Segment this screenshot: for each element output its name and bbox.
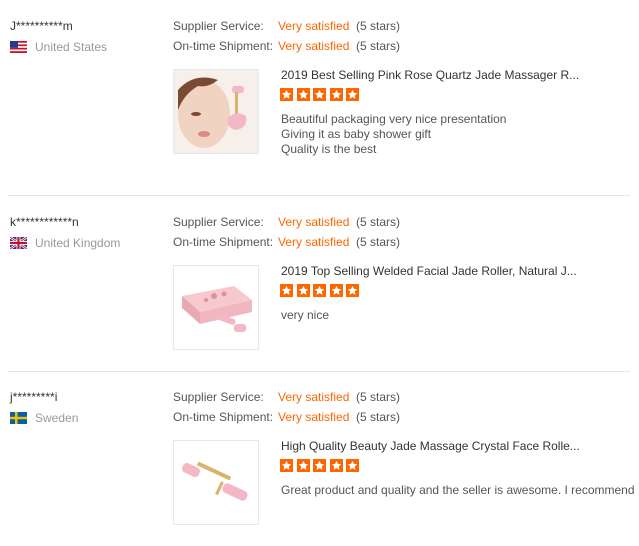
product-image [174, 266, 258, 349]
star-icon [296, 88, 310, 101]
country-name: Sweden [35, 411, 79, 425]
product-title-link[interactable]: High Quality Beauty Jade Massage Crystal… [281, 439, 580, 453]
star-icon [280, 88, 293, 101]
product-title-link[interactable]: 2019 Best Selling Pink Rose Quartz Jade … [281, 68, 579, 82]
product-image [174, 70, 258, 153]
uk-flag-icon [10, 237, 27, 249]
review-item: k************n United Kingdom Supplier S… [0, 196, 639, 371]
comment-line: very nice [281, 308, 330, 322]
rating-summary: Supplier Service: Very satisfied (5 star… [173, 215, 400, 255]
star-icon [280, 459, 293, 472]
supplier-service-stars: (5 stars) [356, 19, 401, 33]
star-icon [346, 459, 359, 472]
star-icon [313, 459, 326, 472]
product-thumbnail[interactable] [173, 265, 259, 350]
star-icon [346, 88, 359, 101]
star-rating [280, 459, 363, 472]
comment-line: Beautiful packaging very nice presentati… [281, 112, 507, 126]
reviewer-name: k************n [10, 215, 79, 229]
us-flag-icon [10, 41, 27, 53]
product-title-link[interactable]: 2019 Top Selling Welded Facial Jade Roll… [281, 264, 577, 278]
supplier-service-value: Very satisfied [278, 390, 350, 404]
supplier-service-label: Supplier Service: [173, 215, 264, 229]
star-icon [329, 88, 343, 101]
product-thumbnail[interactable] [173, 69, 259, 154]
star-icon [280, 284, 293, 297]
review-comment: Great product and quality and the seller… [281, 483, 635, 498]
supplier-service-value: Very satisfied [278, 215, 350, 229]
country-name: United Kingdom [35, 236, 121, 250]
reviewer-name: j*********i [10, 390, 58, 404]
product-thumbnail[interactable] [173, 440, 259, 525]
star-icon [329, 284, 343, 297]
shipment-stars: (5 stars) [356, 39, 401, 53]
star-icon [346, 284, 359, 297]
review-item: J**********m United States Supplier Serv… [0, 0, 639, 175]
star-rating [280, 284, 363, 297]
supplier-service-row: Supplier Service: Very satisfied (5 star… [173, 390, 400, 410]
supplier-service-label: Supplier Service: [173, 390, 264, 404]
rating-summary: Supplier Service: Very satisfied (5 star… [173, 390, 400, 430]
supplier-service-row: Supplier Service: Very satisfied (5 star… [173, 19, 400, 39]
review-item: j*********i Sweden Supplier Service: Ver… [0, 371, 639, 546]
reviewer-country: United Kingdom [10, 236, 120, 250]
shipment-stars: (5 stars) [356, 235, 401, 249]
supplier-service-stars: (5 stars) [356, 390, 401, 404]
star-icon [296, 459, 310, 472]
shipment-row: On-time Shipment: Very satisfied (5 star… [173, 410, 400, 430]
country-name: United States [35, 40, 108, 54]
shipment-label: On-time Shipment: [173, 410, 274, 424]
product-image [174, 441, 258, 524]
sweden-flag-icon [10, 412, 27, 424]
supplier-service-label: Supplier Service: [173, 19, 264, 33]
star-icon [329, 459, 343, 472]
review-comment: Beautiful packaging very nice presentati… [281, 112, 506, 157]
star-icon [313, 284, 326, 297]
shipment-label: On-time Shipment: [173, 235, 274, 249]
star-icon [296, 284, 310, 297]
comment-line: Quality is the best [281, 142, 377, 156]
rating-summary: Supplier Service: Very satisfied (5 star… [173, 19, 400, 59]
star-rating [280, 88, 363, 101]
review-comment: very nice [281, 308, 329, 323]
shipment-label: On-time Shipment: [173, 39, 274, 53]
reviewer-name: J**********m [10, 19, 73, 33]
reviewer-country: Sweden [10, 411, 78, 425]
supplier-service-stars: (5 stars) [356, 215, 401, 229]
shipment-value: Very satisfied [278, 235, 350, 249]
shipment-stars: (5 stars) [356, 410, 401, 424]
supplier-service-row: Supplier Service: Very satisfied (5 star… [173, 215, 400, 235]
reviewer-country: United States [10, 40, 107, 54]
supplier-service-value: Very satisfied [278, 19, 350, 33]
shipment-row: On-time Shipment: Very satisfied (5 star… [173, 39, 400, 59]
shipment-value: Very satisfied [278, 39, 350, 53]
shipment-row: On-time Shipment: Very satisfied (5 star… [173, 235, 400, 255]
star-icon [313, 88, 326, 101]
comment-line: Great product and quality and the seller… [281, 483, 635, 497]
shipment-value: Very satisfied [278, 410, 350, 424]
comment-line: Giving it as baby shower gift [281, 127, 432, 141]
